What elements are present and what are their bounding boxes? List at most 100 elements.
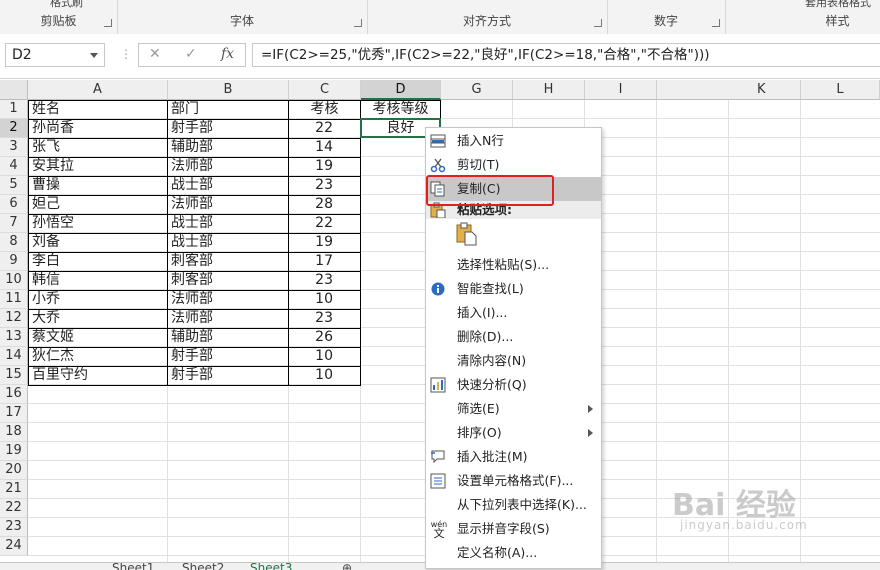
header-name-cell[interactable]: 姓名 bbox=[29, 100, 167, 119]
row-header-10[interactable]: 10 bbox=[0, 271, 28, 290]
menu-item-insert-comment[interactable]: 插入批注(M) bbox=[426, 445, 601, 469]
dept-cell[interactable]: 射手部 bbox=[168, 119, 288, 138]
header-dept-cell[interactable]: 部门 bbox=[168, 100, 288, 119]
name-box[interactable]: D2 bbox=[5, 43, 105, 67]
menu-item-item-11[interactable]: 筛选(E) bbox=[426, 397, 601, 421]
dept-cell[interactable]: 辅助部 bbox=[168, 328, 288, 347]
dept-cell[interactable]: 战士部 bbox=[168, 214, 288, 233]
clipboard-launcher-icon[interactable] bbox=[104, 19, 112, 27]
column-header-b[interactable]: B bbox=[168, 80, 289, 100]
row-header-5[interactable]: 5 bbox=[0, 176, 28, 195]
menu-item-item-9[interactable]: 清除内容(N) bbox=[426, 349, 601, 373]
menu-item-phonetic[interactable]: wén 文显示拼音字段(S) bbox=[426, 517, 601, 541]
enter-icon[interactable]: ✓ bbox=[185, 46, 197, 62]
menu-item-insert-rows[interactable]: 插入N行 bbox=[426, 129, 601, 153]
menu-item-item-7[interactable]: 插入(I)... bbox=[426, 301, 601, 325]
row-header-7[interactable]: 7 bbox=[0, 214, 28, 233]
row-header-1[interactable]: 1 bbox=[0, 100, 28, 119]
row-header-2[interactable]: 2 bbox=[0, 119, 28, 138]
score-cell[interactable]: 14 bbox=[289, 138, 360, 157]
name-cell[interactable]: 狄仁杰 bbox=[29, 347, 167, 366]
select-all-corner[interactable] bbox=[0, 80, 28, 100]
dept-cell[interactable]: 辅助部 bbox=[168, 138, 288, 157]
insert-function-icon[interactable]: fx bbox=[221, 46, 234, 62]
score-cell[interactable]: 19 bbox=[289, 157, 360, 176]
row-header-4[interactable]: 4 bbox=[0, 157, 28, 176]
formula-bar-grip-icon[interactable]: ⋮ bbox=[120, 47, 132, 61]
dept-cell[interactable]: 法师部 bbox=[168, 157, 288, 176]
name-cell[interactable]: 蔡文姬 bbox=[29, 328, 167, 347]
menu-item-item-12[interactable]: 排序(O) bbox=[426, 421, 601, 445]
name-cell[interactable]: 曹操 bbox=[29, 176, 167, 195]
row-header-3[interactable]: 3 bbox=[0, 138, 28, 157]
alignment-launcher-icon[interactable] bbox=[594, 19, 602, 27]
number-launcher-icon[interactable] bbox=[712, 19, 720, 27]
menu-item-quick-analysis[interactable]: 快速分析(Q) bbox=[426, 373, 601, 397]
dept-cell[interactable]: 刺客部 bbox=[168, 271, 288, 290]
name-cell[interactable]: 孙悟空 bbox=[29, 214, 167, 233]
dept-cell[interactable]: 法师部 bbox=[168, 309, 288, 328]
score-cell[interactable]: 17 bbox=[289, 252, 360, 271]
menu-item-item-8[interactable]: 删除(D)... bbox=[426, 325, 601, 349]
dept-cell[interactable]: 法师部 bbox=[168, 290, 288, 309]
dept-cell[interactable]: 战士部 bbox=[168, 176, 288, 195]
font-launcher-icon[interactable] bbox=[354, 19, 362, 27]
score-cell[interactable]: 28 bbox=[289, 195, 360, 214]
menu-item-cut[interactable]: 剪切(T) bbox=[426, 153, 601, 177]
row-header-13[interactable]: 13 bbox=[0, 328, 28, 347]
name-cell[interactable]: 孙尚香 bbox=[29, 119, 167, 138]
row-header-8[interactable]: 8 bbox=[0, 233, 28, 252]
score-cell[interactable]: 10 bbox=[289, 347, 360, 366]
table-format-button[interactable]: 套用表格格式 bbox=[805, 0, 871, 10]
row-header-22[interactable]: 22 bbox=[0, 499, 28, 518]
row-header-11[interactable]: 11 bbox=[0, 290, 28, 309]
dept-cell[interactable]: 射手部 bbox=[168, 366, 288, 385]
name-cell[interactable]: 小乔 bbox=[29, 290, 167, 309]
row-header-6[interactable]: 6 bbox=[0, 195, 28, 214]
formula-input[interactable]: =IF(C2>=25,"优秀",IF(C2>=22,"良好",IF(C2>=18… bbox=[252, 43, 880, 67]
column-header-h[interactable]: H bbox=[513, 80, 585, 100]
column-header-c[interactable]: C bbox=[289, 80, 361, 100]
format-painter-button[interactable]: 格式刷 bbox=[50, 0, 83, 10]
name-cell[interactable]: 妲己 bbox=[29, 195, 167, 214]
score-cell[interactable]: 22 bbox=[289, 214, 360, 233]
name-cell[interactable]: 张飞 bbox=[29, 138, 167, 157]
name-cell[interactable]: 李白 bbox=[29, 252, 167, 271]
row-header-19[interactable]: 19 bbox=[0, 442, 28, 461]
row-header-16[interactable]: 16 bbox=[0, 385, 28, 404]
name-cell[interactable]: 百里守约 bbox=[29, 366, 167, 385]
menu-item-paste-clipboard[interactable] bbox=[426, 219, 601, 253]
score-cell[interactable]: 19 bbox=[289, 233, 360, 252]
row-header-23[interactable]: 23 bbox=[0, 518, 28, 537]
menu-item-format-cells[interactable]: 设置单元格格式(F)... bbox=[426, 469, 601, 493]
score-cell[interactable]: 10 bbox=[289, 290, 360, 309]
column-header-g[interactable]: G bbox=[441, 80, 513, 100]
score-cell[interactable]: 22 bbox=[289, 119, 360, 138]
dept-cell[interactable]: 法师部 bbox=[168, 195, 288, 214]
row-header-21[interactable]: 21 bbox=[0, 480, 28, 499]
chevron-down-icon[interactable] bbox=[90, 53, 98, 58]
row-header-15[interactable]: 15 bbox=[0, 366, 28, 385]
row-header-12[interactable]: 12 bbox=[0, 309, 28, 328]
name-cell[interactable]: 安其拉 bbox=[29, 157, 167, 176]
score-cell[interactable]: 26 bbox=[289, 328, 360, 347]
cancel-icon[interactable]: ✕ bbox=[149, 46, 161, 62]
menu-item-item-17[interactable]: 定义名称(A)... bbox=[426, 541, 601, 565]
row-header-18[interactable]: 18 bbox=[0, 423, 28, 442]
row-header-20[interactable]: 20 bbox=[0, 461, 28, 480]
header-score-cell[interactable]: 考核 bbox=[289, 100, 360, 119]
name-cell[interactable]: 刘备 bbox=[29, 233, 167, 252]
name-cell[interactable]: 大乔 bbox=[29, 309, 167, 328]
column-header-a[interactable]: A bbox=[28, 80, 168, 100]
header-grade-cell[interactable]: 考核等级 bbox=[361, 100, 440, 119]
menu-item-item-15[interactable]: 从下拉列表中选择(K)... bbox=[426, 493, 601, 517]
column-header-d[interactable]: D bbox=[361, 80, 441, 100]
dept-cell[interactable]: 刺客部 bbox=[168, 252, 288, 271]
row-header-17[interactable]: 17 bbox=[0, 404, 28, 423]
score-cell[interactable]: 10 bbox=[289, 366, 360, 385]
name-cell[interactable]: 韩信 bbox=[29, 271, 167, 290]
score-cell[interactable]: 23 bbox=[289, 271, 360, 290]
row-header-14[interactable]: 14 bbox=[0, 347, 28, 366]
menu-item-item-5[interactable]: 选择性粘贴(S)... bbox=[426, 253, 601, 277]
dept-cell[interactable]: 射手部 bbox=[168, 347, 288, 366]
